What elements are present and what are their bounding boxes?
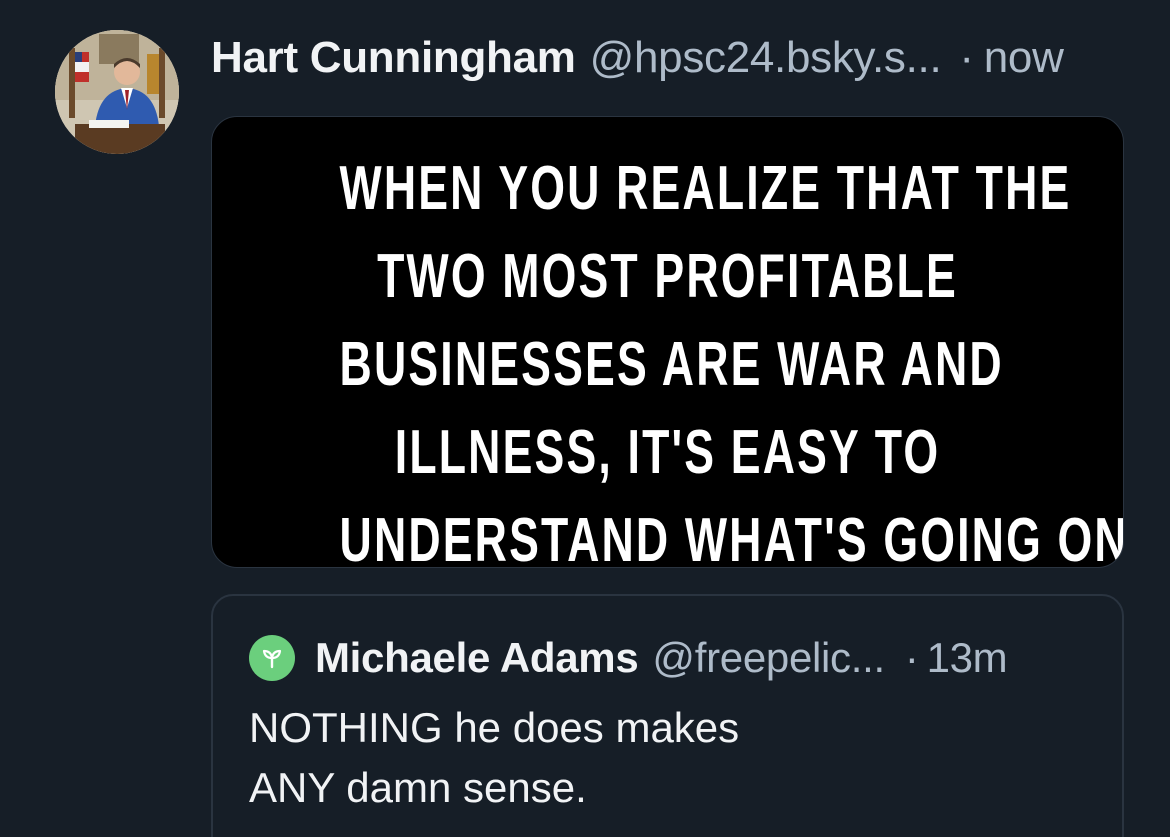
author-avatar-photo-icon [55, 30, 179, 154]
post-timestamp[interactable]: now [984, 33, 1064, 83]
post-image-text-line: ILLNESS, IT'S EASY TO [394, 418, 941, 487]
quoted-post-text-line: ANY damn sense. [249, 764, 587, 811]
post-image[interactable]: WHEN YOU REALIZE THAT THE TWO MOST PROFI… [211, 116, 1124, 568]
post-image-text-line: TWO MOST PROFITABLE [377, 242, 958, 311]
author-handle[interactable]: @hpsc24.bsky.s... [590, 33, 942, 83]
quoted-post-text: NOTHING he does makes ANY damn sense. [249, 698, 1069, 818]
quoted-post-timestamp[interactable]: 13m [927, 634, 1008, 682]
quoted-post-text-line: NOTHING he does makes [249, 704, 740, 751]
post-image-text-line: BUSINESSES ARE WAR AND [339, 330, 1004, 399]
sprout-icon [262, 649, 282, 669]
author-avatar[interactable] [55, 30, 179, 154]
quoted-post-header: Michaele Adams @freepelic... · 13m [249, 632, 1008, 684]
author-name[interactable]: Hart Cunningham [211, 33, 576, 83]
quoted-author-handle[interactable]: @freepelic... [652, 634, 885, 682]
post-image-text: WHEN YOU REALIZE THAT THE TWO MOST PROFI… [212, 145, 1124, 568]
feed-page: Hart Cunningham @hpsc24.bsky.s... · now … [0, 0, 1170, 837]
separator-dot: · [904, 634, 919, 681]
separator-dot: · [959, 33, 974, 82]
post-image-text-line: WHEN YOU REALIZE THAT THE [339, 154, 1072, 223]
quoted-author-name[interactable]: Michaele Adams [315, 634, 639, 682]
post-header: Hart Cunningham @hpsc24.bsky.s... · now [211, 30, 1064, 86]
quoted-author-avatar[interactable] [249, 635, 295, 681]
quoted-post[interactable]: Michaele Adams @freepelic... · 13m NOTHI… [211, 594, 1124, 837]
post-image-text-line: UNDERSTAND WHAT'S GOING ON [339, 506, 1124, 568]
